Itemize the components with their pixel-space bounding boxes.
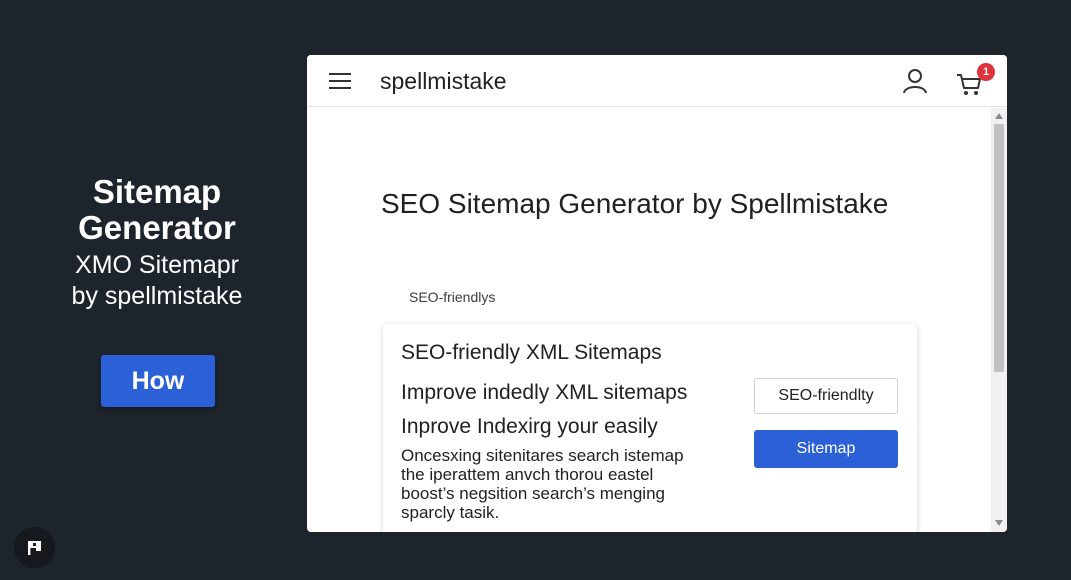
brand-name[interactable]: spellmistake (380, 68, 507, 95)
promo-panel: Sitemap Generator XMO Sitemapr by spellm… (0, 0, 314, 580)
page-title: SEO Sitemap Generator by Spellmistake (381, 188, 889, 219)
top-navigation-bar: spellmistake 1 (307, 55, 1007, 107)
promo-subtitle: XMO Sitemapr by spellmistake (0, 250, 314, 312)
card-description-line: the iperattem anvch thorou eastel (401, 465, 654, 484)
card-description-line: boost’s negsition search’s menging (401, 484, 665, 503)
scroll-down-arrow-icon[interactable] (995, 520, 1003, 526)
scrollbar-thumb[interactable] (994, 124, 1004, 372)
browser-window: spellmistake 1 SEO Sitemap Generator by … (307, 55, 1007, 532)
feature-card: SEO-friendly XML Sitemaps Improve indedl… (383, 324, 917, 532)
card-description-line: sparcly tasik. (401, 503, 500, 522)
vertical-scrollbar[interactable] (991, 108, 1007, 532)
how-button[interactable]: How (101, 355, 215, 407)
promo-title-line2: Generator (78, 209, 236, 246)
cart-button[interactable]: 1 (953, 63, 999, 99)
card-heading-1: Improve indedly XML sitemaps (401, 381, 688, 404)
sitemap-button[interactable]: Sitemap (754, 430, 898, 468)
card-description-line: Oncesxing sitenitares search istemap (401, 446, 684, 465)
seo-friendly-button[interactable]: SEO-friendlty (754, 378, 898, 414)
flag-icon[interactable] (14, 527, 55, 568)
promo-subtitle-line2: by spellmistake (71, 282, 243, 310)
scroll-up-arrow-icon[interactable] (995, 113, 1003, 119)
section-label: SEO-friendlys (409, 289, 496, 305)
promo-title: Sitemap Generator (0, 174, 314, 246)
cart-count-badge: 1 (977, 63, 995, 81)
user-icon[interactable] (901, 67, 929, 95)
card-description: Oncesxing sitenitares search istemap the… (401, 446, 731, 522)
hamburger-menu-icon[interactable] (328, 71, 352, 91)
card-heading-2: Inprove Indexirg your easily (401, 415, 658, 438)
main-content: SEO Sitemap Generator by Spellmistake SE… (307, 108, 991, 532)
promo-subtitle-line1: XMO Sitemapr (75, 251, 239, 279)
promo-title-line1: Sitemap (92, 173, 222, 210)
card-title: SEO-friendly XML Sitemaps (401, 341, 662, 364)
